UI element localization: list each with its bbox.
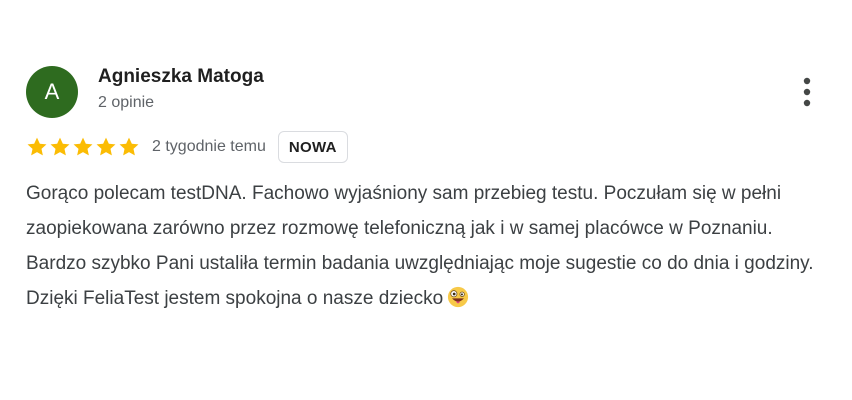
review-body: Gorąco polecam testDNA. Fachowo wyjaśnio… [26, 183, 814, 309]
star-icon [119, 137, 139, 156]
avatar-initial: A [44, 79, 60, 104]
star-icon [73, 137, 93, 156]
star-icon [50, 137, 70, 156]
review-time: 2 tygodnie temu [152, 138, 266, 155]
avatar[interactable]: A [26, 66, 78, 118]
new-badge: NOWA [277, 131, 348, 163]
star-rating [26, 136, 140, 158]
author-review-count[interactable]: 2 opinie [98, 94, 154, 112]
author-name[interactable]: Agnieszka Matoga [98, 66, 264, 88]
zany-face-emoji-icon [448, 286, 469, 308]
review-card: A Agnieszka Matoga 2 opinie 2 tygodnie t… [0, 0, 852, 400]
review-text: Gorąco polecam testDNA. Fachowo wyjaśnio… [26, 176, 826, 316]
star-icon [96, 137, 116, 156]
star-icon [27, 137, 47, 156]
rating-row: 2 tygodnie temu NOWA [26, 130, 348, 164]
more-vert-icon [803, 77, 811, 107]
more-options-button[interactable] [790, 72, 824, 112]
